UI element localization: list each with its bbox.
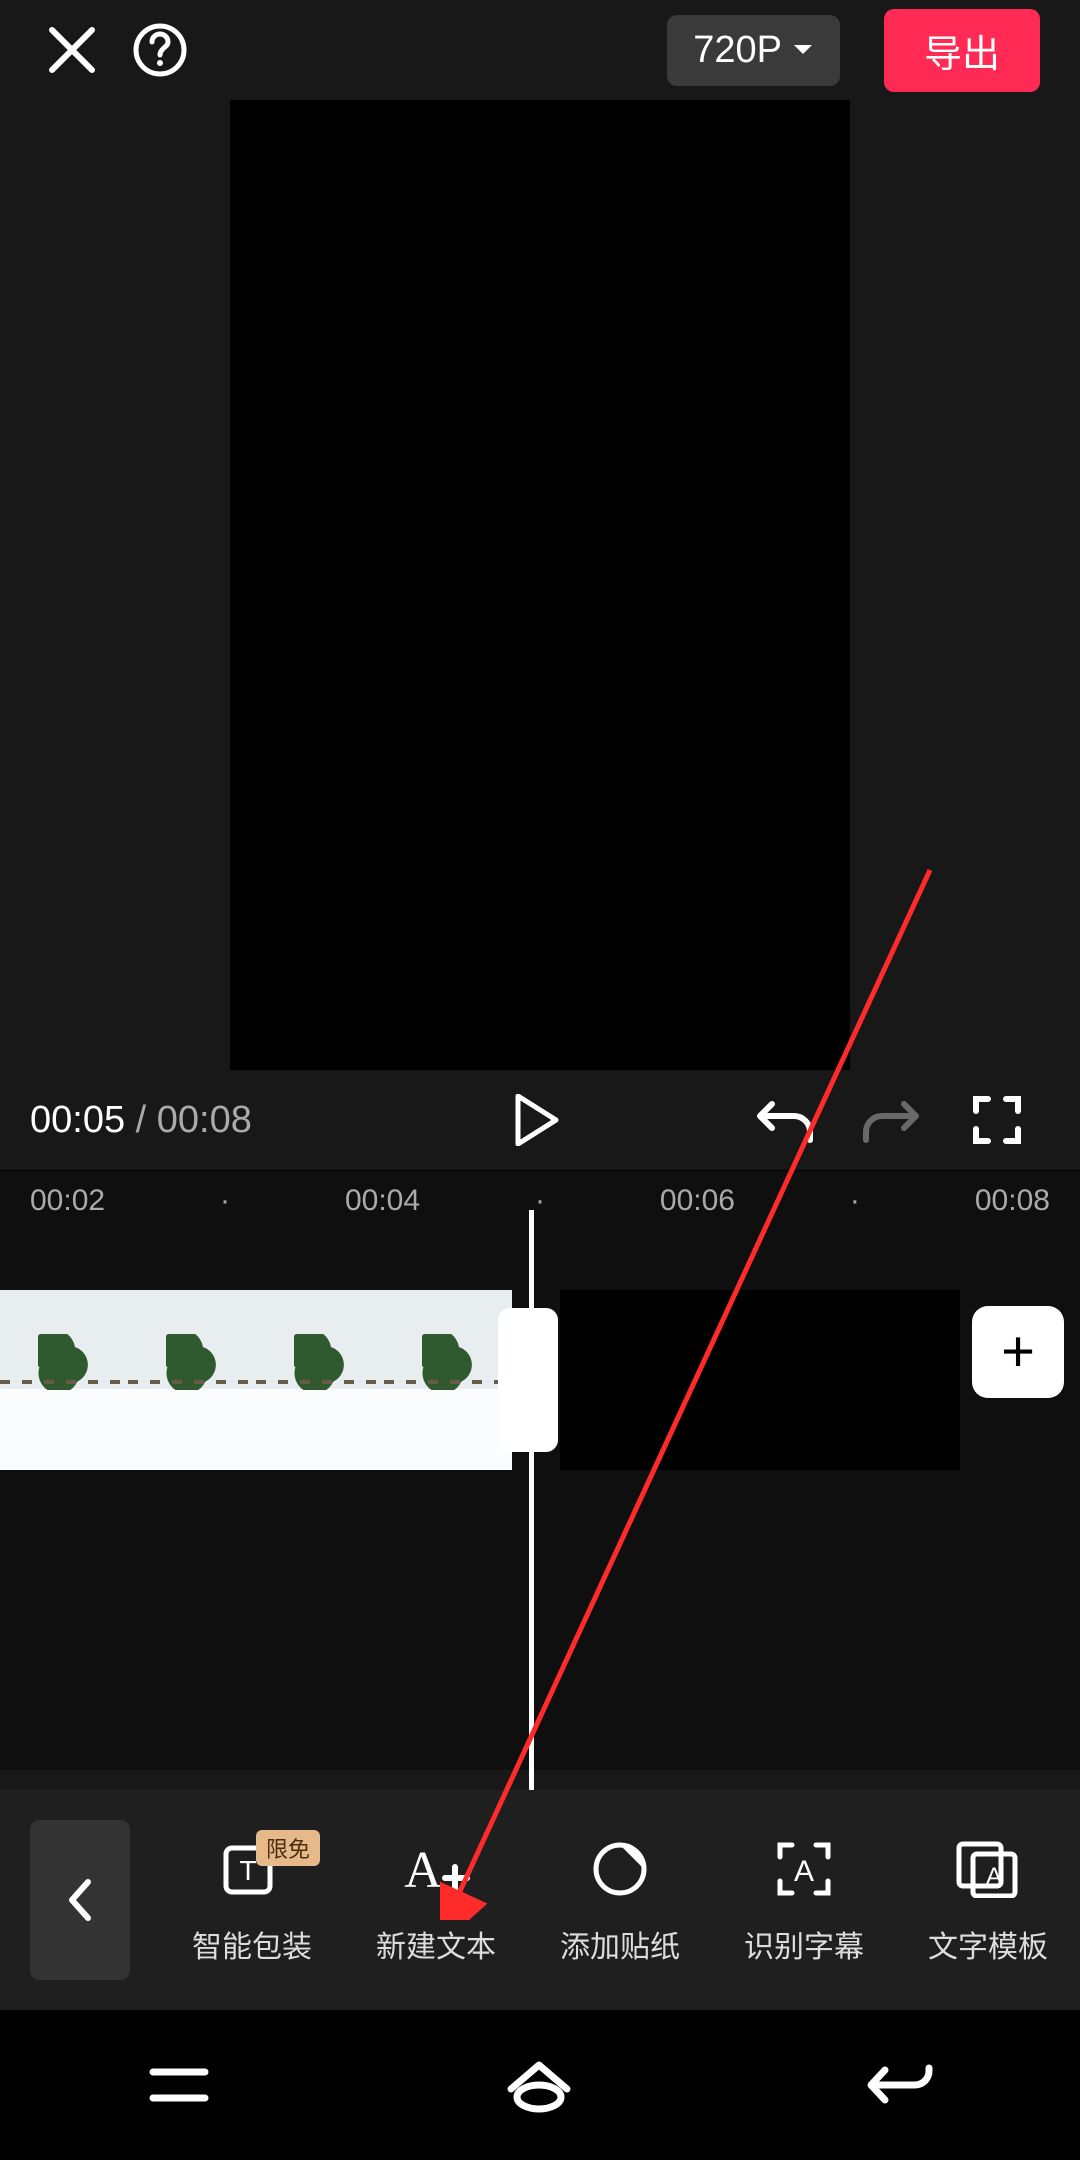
svg-text:A: A [404,1842,442,1899]
tool-scan-a[interactable]: A 识别字幕 [714,1834,894,1966]
resolution-label: 720P [693,29,782,72]
tool-a-plus[interactable]: A 新建文本 [346,1834,526,1966]
tool-label: 文字模板 [928,1922,1048,1966]
timeline[interactable]: + [0,1230,1080,1770]
bottom-toolbar: 限免T 智能包装 A 新建文本 添加贴纸 A 识别字幕 A 文字模板 [0,1790,1080,2010]
tool-label: 识别字幕 [744,1922,864,1966]
chevron-left-icon [66,1878,94,1922]
add-clip-button[interactable]: + [972,1306,1064,1398]
time-ruler[interactable]: 00:02 · 00:04 · 00:06 · 00:08 [0,1170,1080,1230]
tool-label: 新建文本 [376,1922,496,1966]
a-plus-icon: A [399,1834,473,1904]
fullscreen-button[interactable] [962,1085,1032,1155]
clip-handle[interactable] [498,1308,558,1452]
tool-label: 智能包装 [192,1922,312,1966]
play-button[interactable] [502,1085,572,1155]
resolution-button[interactable]: 720P [667,15,840,86]
time-display: 00:05 / 00:08 [30,1099,252,1142]
close-icon[interactable] [40,18,104,82]
svg-text:A: A [986,1863,1002,1890]
chevron-down-icon [792,43,814,57]
current-time: 00:05 [30,1099,125,1141]
svg-text:A: A [794,1855,814,1888]
svg-text:T: T [239,1855,256,1886]
nav-back-icon[interactable] [865,2060,935,2110]
export-button[interactable]: 导出 [884,9,1040,92]
scan-a-icon: A [774,1834,834,1904]
sticker-icon [590,1834,650,1904]
help-icon[interactable] [128,18,192,82]
nav-menu-icon[interactable] [145,2064,213,2106]
system-nav-bar [0,2010,1080,2160]
tool-text-box-sparkle[interactable]: 限免T智能包装 [162,1834,342,1966]
video-clip-2[interactable] [560,1290,960,1470]
nav-home-icon[interactable] [503,2057,575,2113]
back-button[interactable] [30,1820,130,1980]
free-badge: 限免 [256,1830,320,1866]
plus-icon: + [1001,1323,1035,1381]
tool-template-a[interactable]: A 文字模板 [898,1834,1078,1966]
video-preview[interactable] [230,100,850,1070]
redo-button[interactable] [856,1085,926,1155]
tool-label: 添加贴纸 [560,1922,680,1966]
total-time: 00:08 [157,1099,252,1141]
tool-sticker[interactable]: 添加贴纸 [530,1834,710,1966]
undo-button[interactable] [750,1085,820,1155]
video-clip[interactable] [0,1290,512,1470]
template-a-icon: A [955,1834,1021,1904]
